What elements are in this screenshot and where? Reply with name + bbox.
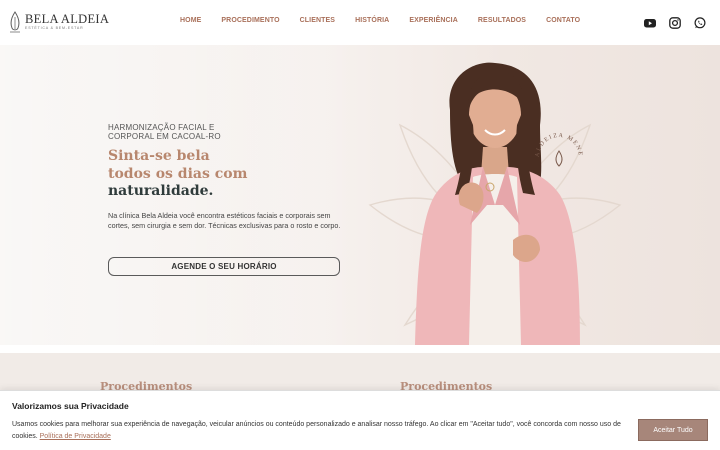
nav-item-resultados[interactable]: RESULTADOS — [478, 17, 526, 24]
main-nav: HOME PROCEDIMENTO CLIENTES HISTÓRIA EXPE… — [180, 17, 600, 24]
social-links — [644, 16, 706, 29]
nav-item-home[interactable]: HOME — [180, 17, 201, 24]
headline-line-3: naturalidade. — [108, 183, 214, 199]
headline-line-2: todos os dias com — [108, 165, 248, 182]
aldeiza-menezes-badge: ALDEIZA MENEZES — [531, 129, 583, 167]
brand-name: BELA ALDEIA — [25, 11, 110, 26]
brand-logo[interactable]: BELA ALDEIA ESTÉTICA & BEM-ESTAR — [9, 11, 109, 33]
nav-item-contato[interactable]: CONTATO — [546, 17, 580, 24]
hero-headline: Sinta-se bela todos os dias com naturali… — [108, 148, 247, 201]
leaf-logo-icon — [10, 11, 20, 33]
brand-text: BELA ALDEIA ESTÉTICA & BEM-ESTAR — [25, 13, 109, 31]
instagram-icon[interactable] — [669, 16, 681, 29]
schedule-button[interactable]: AGENDE O SEU HORÁRIO — [108, 257, 340, 276]
nav-item-clientes[interactable]: CLIENTES — [300, 17, 335, 24]
cookie-text-block: Usamos cookies para melhorar sua experiê… — [12, 419, 632, 443]
privacy-policy-link[interactable]: Política de Privacidade — [40, 433, 111, 440]
nav-item-procedimento[interactable]: PROCEDIMENTO — [221, 17, 279, 24]
leaf-logo-icon — [555, 150, 563, 167]
svg-text:ALDEIZA MENEZES: ALDEIZA MENEZES — [531, 129, 583, 157]
cookie-banner: Valorizamos sua Privacidade Usamos cooki… — [0, 390, 720, 450]
whatsapp-icon[interactable] — [694, 16, 706, 29]
doctor-portrait-image — [415, 62, 580, 345]
hero-eyebrow: HARMONIZAÇÃO FACIAL E CORPORAL EM CACOAL… — [108, 123, 221, 141]
brand-tagline: ESTÉTICA & BEM-ESTAR — [25, 26, 84, 31]
page: BELA ALDEIA ESTÉTICA & BEM-ESTAR HOME PR… — [0, 0, 720, 450]
cookie-title: Valorizamos sua Privacidade — [12, 401, 129, 411]
hero-section: ALDEIZA MENEZES HARMONIZAÇÃO FACIAL E CO… — [0, 45, 720, 345]
nav-item-historia[interactable]: HISTÓRIA — [355, 17, 389, 24]
headline-line-1: Sinta-se bela — [108, 148, 210, 164]
section-divider — [0, 345, 720, 353]
site-header: BELA ALDEIA ESTÉTICA & BEM-ESTAR HOME PR… — [0, 0, 720, 45]
hero-description: Na clínica Bela Aldeia você encontra est… — [108, 211, 341, 230]
nav-item-experiencia[interactable]: EXPERIÊNCIA — [409, 17, 458, 24]
youtube-icon[interactable] — [644, 16, 656, 28]
badge-text: ALDEIZA MENEZES — [531, 129, 582, 157]
accept-all-button[interactable]: Aceitar Tudo — [638, 419, 708, 441]
